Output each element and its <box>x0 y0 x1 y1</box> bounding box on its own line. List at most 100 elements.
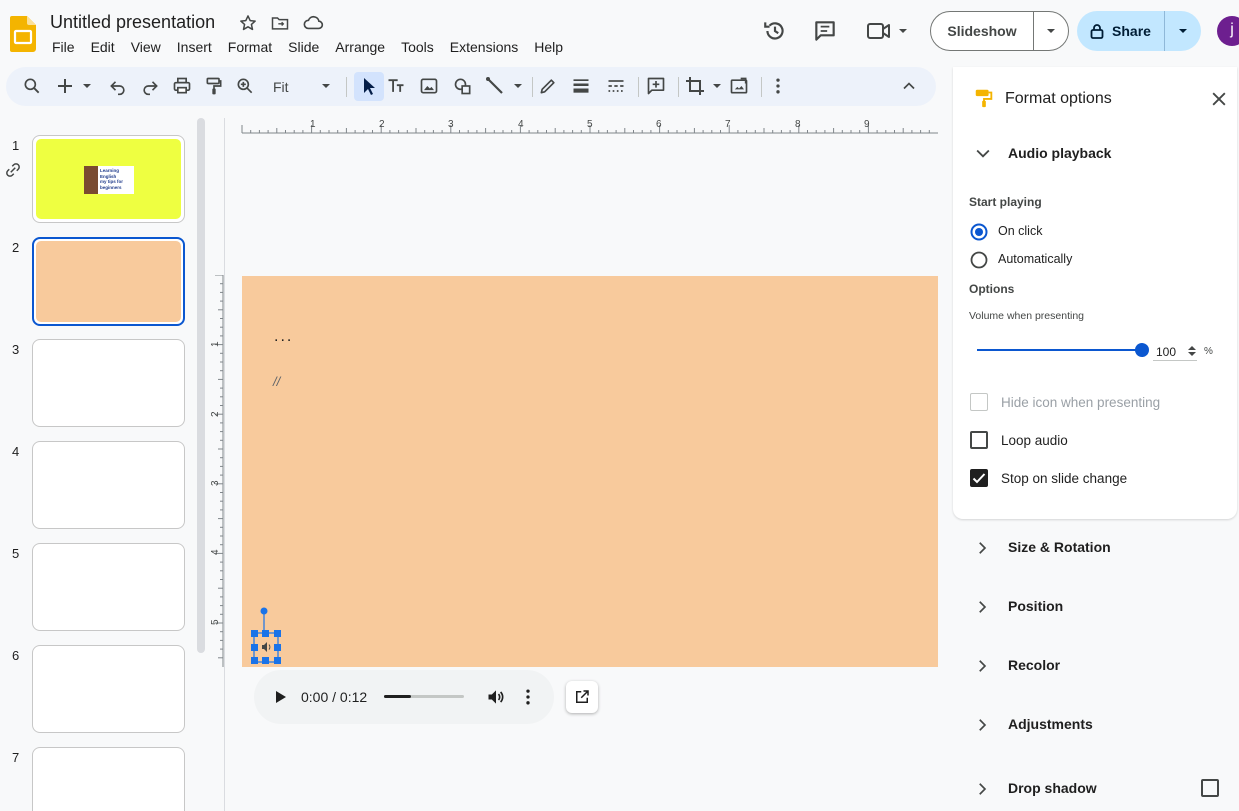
text-box-icon[interactable] <box>386 76 406 96</box>
vertical-ruler[interactable]: 1 2 3 4 5 <box>205 275 224 667</box>
select-tool[interactable] <box>354 72 384 101</box>
replace-image-icon[interactable] <box>729 76 749 96</box>
menu-insert[interactable]: Insert <box>169 38 220 56</box>
panel-title: Format options <box>1005 90 1112 107</box>
slide-text[interactable]: ... <box>274 328 293 346</box>
stepper-icon[interactable] <box>1187 344 1197 358</box>
horizontal-ruler[interactable]: 1 2 3 4 5 6 7 8 9 <box>224 118 938 134</box>
audio-progress-bar[interactable] <box>384 695 464 698</box>
avatar[interactable]: j <box>1217 16 1239 46</box>
border-dash-icon[interactable] <box>606 76 626 96</box>
section-adjustments[interactable]: Adjustments <box>953 704 1237 744</box>
menu-tools[interactable]: Tools <box>393 38 442 56</box>
share-dropdown-icon[interactable] <box>1165 11 1201 51</box>
menu-view[interactable]: View <box>123 38 169 56</box>
chevron-down-icon[interactable] <box>973 143 993 163</box>
drop-shadow-checkbox[interactable] <box>1201 779 1219 797</box>
audio-playback-card: Format options Audio playback Start play… <box>953 67 1237 519</box>
line-icon[interactable] <box>485 76 525 96</box>
star-icon[interactable] <box>238 13 258 33</box>
filmstrip-scrollbar[interactable] <box>197 118 205 653</box>
slides-logo-icon[interactable] <box>10 16 36 52</box>
loop-audio-label[interactable]: Loop audio <box>1001 433 1068 448</box>
pen-icon[interactable] <box>538 76 558 96</box>
slide-thumbnail-7[interactable] <box>32 747 185 811</box>
section-recolor[interactable]: Recolor <box>953 645 1237 685</box>
on-click-label[interactable]: On click <box>998 224 1042 238</box>
menu-extensions[interactable]: Extensions <box>442 38 526 56</box>
undo-icon[interactable] <box>108 76 128 96</box>
slideshow-dropdown-icon[interactable] <box>1034 12 1068 50</box>
checkmark-icon <box>972 473 986 484</box>
close-icon[interactable] <box>1209 89 1229 109</box>
document-title[interactable]: Untitled presentation <box>50 12 215 33</box>
svg-text:2: 2 <box>210 411 221 417</box>
section-label: Recolor <box>1008 657 1061 673</box>
section-drop-shadow[interactable]: Drop shadow <box>953 768 1237 808</box>
zoom-select[interactable]: Fit <box>273 79 289 95</box>
volume-slider[interactable] <box>977 342 1149 358</box>
section-audio-playback[interactable]: Audio playback <box>1008 145 1111 161</box>
paint-format-icon[interactable] <box>204 76 224 96</box>
cloud-saved-icon[interactable] <box>302 13 324 33</box>
slide-text[interactable]: // <box>273 374 280 389</box>
border-weight-icon[interactable] <box>571 76 591 96</box>
more-options-icon[interactable] <box>768 76 788 96</box>
volume-input[interactable]: 100 <box>1153 341 1197 361</box>
version-history-icon[interactable] <box>762 18 788 44</box>
svg-text:3: 3 <box>210 480 221 486</box>
zoom-dropdown-icon[interactable] <box>320 76 332 96</box>
redo-icon[interactable] <box>140 76 160 96</box>
stop-on-slide-change-checkbox[interactable] <box>970 469 988 487</box>
slide-thumbnail-5[interactable] <box>32 543 185 631</box>
add-comment-icon[interactable] <box>646 76 666 96</box>
hide-icon-checkbox[interactable] <box>970 393 988 411</box>
slide-thumbnail-6[interactable] <box>32 645 185 733</box>
section-size-rotation[interactable]: Size & Rotation <box>953 527 1237 567</box>
radio-on-click[interactable] <box>970 223 988 241</box>
automatically-label[interactable]: Automatically <box>998 252 1072 266</box>
slide-thumbnail-1[interactable]: Learning English my tips for beginners <box>32 135 185 223</box>
share-main[interactable]: Share <box>1077 11 1165 51</box>
print-icon[interactable] <box>172 76 192 96</box>
audio-player: 0:00 / 0:12 <box>254 670 554 724</box>
loop-audio-checkbox[interactable] <box>970 431 988 449</box>
chevron-right-icon <box>979 783 987 795</box>
radio-automatically[interactable] <box>970 251 988 269</box>
volume-icon[interactable] <box>486 687 506 707</box>
slide-thumbnail-4[interactable] <box>32 441 185 529</box>
menu-format[interactable]: Format <box>220 38 280 56</box>
slideshow-button[interactable]: Slideshow <box>930 11 1069 51</box>
menu-slide[interactable]: Slide <box>280 38 327 56</box>
menu-help[interactable]: Help <box>526 38 571 56</box>
chevron-right-icon <box>979 660 987 672</box>
crop-icon[interactable] <box>685 76 725 96</box>
slide-thumbnail-2[interactable] <box>32 237 185 326</box>
menu-file[interactable]: File <box>44 38 83 56</box>
shape-icon[interactable] <box>453 76 473 96</box>
meet-icon[interactable] <box>866 19 914 43</box>
zoom-icon[interactable] <box>235 76 255 96</box>
slideshow-label[interactable]: Slideshow <box>931 12 1034 50</box>
search-menus-icon[interactable] <box>22 76 42 96</box>
slide-canvas[interactable]: ... // <box>242 276 938 667</box>
menu-edit[interactable]: Edit <box>83 38 123 56</box>
volume-slider-thumb[interactable] <box>1135 343 1149 357</box>
audio-object[interactable] <box>249 606 283 668</box>
stop-on-slide-change-label[interactable]: Stop on slide change <box>1001 471 1127 486</box>
insert-image-icon[interactable] <box>419 76 439 96</box>
move-folder-icon[interactable] <box>270 13 290 33</box>
play-icon[interactable] <box>272 688 288 706</box>
svg-text:2: 2 <box>379 119 385 130</box>
new-slide-icon[interactable] <box>56 76 94 96</box>
menu-arrange[interactable]: Arrange <box>327 38 393 56</box>
section-position[interactable]: Position <box>953 586 1237 626</box>
open-in-new-icon[interactable] <box>566 681 598 713</box>
svg-text:1: 1 <box>310 119 316 130</box>
thumb-line: beginners <box>100 184 122 190</box>
comments-icon[interactable] <box>812 18 838 44</box>
audio-more-icon[interactable] <box>518 687 538 707</box>
collapse-toolbar-icon[interactable] <box>899 76 919 96</box>
share-button[interactable]: Share <box>1077 11 1201 51</box>
slide-thumbnail-3[interactable] <box>32 339 185 427</box>
